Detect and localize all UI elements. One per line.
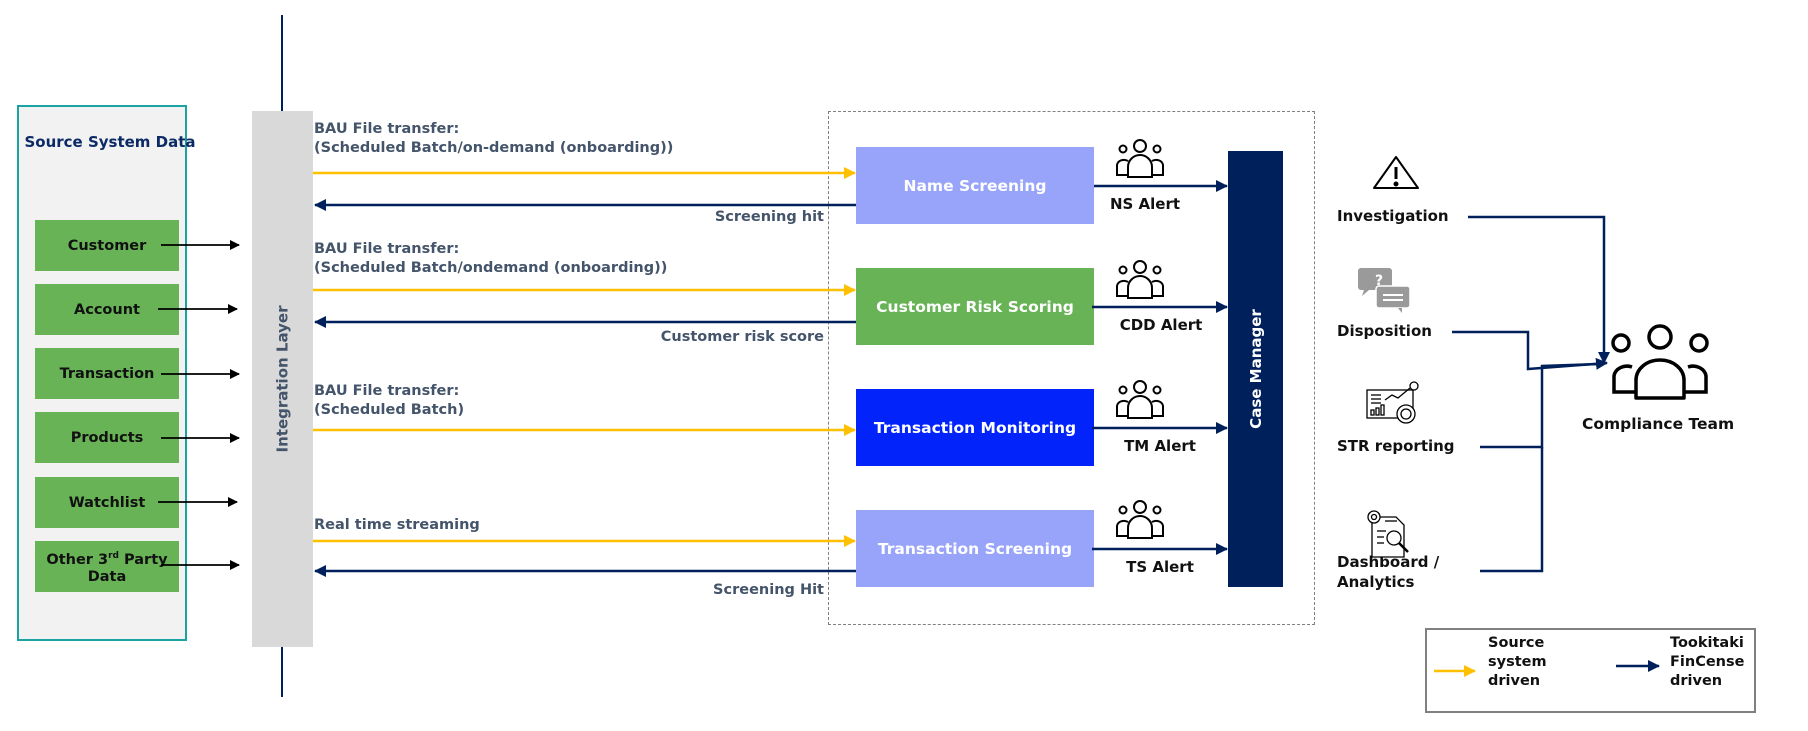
dashboard-connector xyxy=(1480,447,1544,573)
cdd-alert-label: CDD Alert xyxy=(1119,316,1203,334)
source-item-watchlist[interactable]: Watchlist xyxy=(35,477,179,528)
flow-4-return-label: Screening Hit xyxy=(713,582,824,598)
report-chart-icon xyxy=(1366,381,1419,424)
case-manager-bar[interactable]: Case Manager xyxy=(1228,151,1283,587)
output-disposition-label: Disposition xyxy=(1337,322,1432,340)
svg-text:?: ? xyxy=(1375,273,1383,289)
legend-source-label: Source system driven xyxy=(1488,635,1547,689)
output-investigation-label: Investigation xyxy=(1337,207,1449,225)
warning-triangle-icon xyxy=(1373,156,1419,189)
flow-1-label: BAU File transfer: (Scheduled Batch/on-de… xyxy=(314,121,674,156)
module-transaction-monitoring[interactable]: Transaction Monitoring xyxy=(856,389,1094,466)
source-item-label: Products xyxy=(70,429,144,446)
source-system-title: Source System Data xyxy=(24,133,196,151)
flow-2-return-label: Customer risk score xyxy=(660,329,824,345)
source-item-customer[interactable]: Customer xyxy=(35,220,179,271)
source-item-label: Account xyxy=(74,301,140,318)
flow-2-label: BAU File transfer: (Scheduled Batch/ondem… xyxy=(314,241,668,276)
source-item-label: Transaction xyxy=(59,365,155,382)
integration-layer-label: Integration Layer xyxy=(273,305,292,453)
compliance-team-label: Compliance Team xyxy=(1582,415,1735,433)
flow-4-label: Real time streaming xyxy=(314,517,480,533)
disposition-connector xyxy=(1452,330,1608,371)
flow-1-return-label: Screening hit xyxy=(714,209,824,225)
source-item-label: Customer xyxy=(67,237,147,254)
str-connector xyxy=(1480,362,1601,449)
compliance-team-icon xyxy=(1611,324,1709,400)
document-search-icon xyxy=(1367,510,1409,558)
case-manager-label: Case Manager xyxy=(1246,309,1265,429)
source-item-transaction[interactable]: Transaction xyxy=(35,348,179,399)
flow-3-label: BAU File transfer: (Scheduled Batch) xyxy=(314,383,465,418)
source-item-account[interactable]: Account xyxy=(35,284,179,335)
tm-alert-label: TM Alert xyxy=(1124,437,1196,455)
source-item-label: Watchlist xyxy=(68,494,146,511)
chat-question-icon: ? xyxy=(1358,268,1411,313)
ts-alert-label: TS Alert xyxy=(1126,558,1194,576)
source-item-label: Other 3rd Party Data xyxy=(46,550,168,586)
module-customer-risk-scoring[interactable]: Customer Risk Scoring xyxy=(856,268,1094,345)
source-item-other-third-party[interactable]: Other 3rd Party Data xyxy=(35,541,179,592)
module-name-screening[interactable]: Name Screening xyxy=(856,147,1094,224)
ns-alert-label: NS Alert xyxy=(1109,195,1181,213)
output-dashboard-label: Dashboard / Analytics xyxy=(1337,553,1440,591)
output-str-reporting-label: STR reporting xyxy=(1337,437,1455,455)
source-item-products[interactable]: Products xyxy=(35,412,179,463)
legend-tookitaki-label: Tookitaki FinCense driven xyxy=(1670,635,1745,689)
module-transaction-screening[interactable]: Transaction Screening xyxy=(856,510,1094,587)
investigation-connector xyxy=(1468,215,1610,364)
